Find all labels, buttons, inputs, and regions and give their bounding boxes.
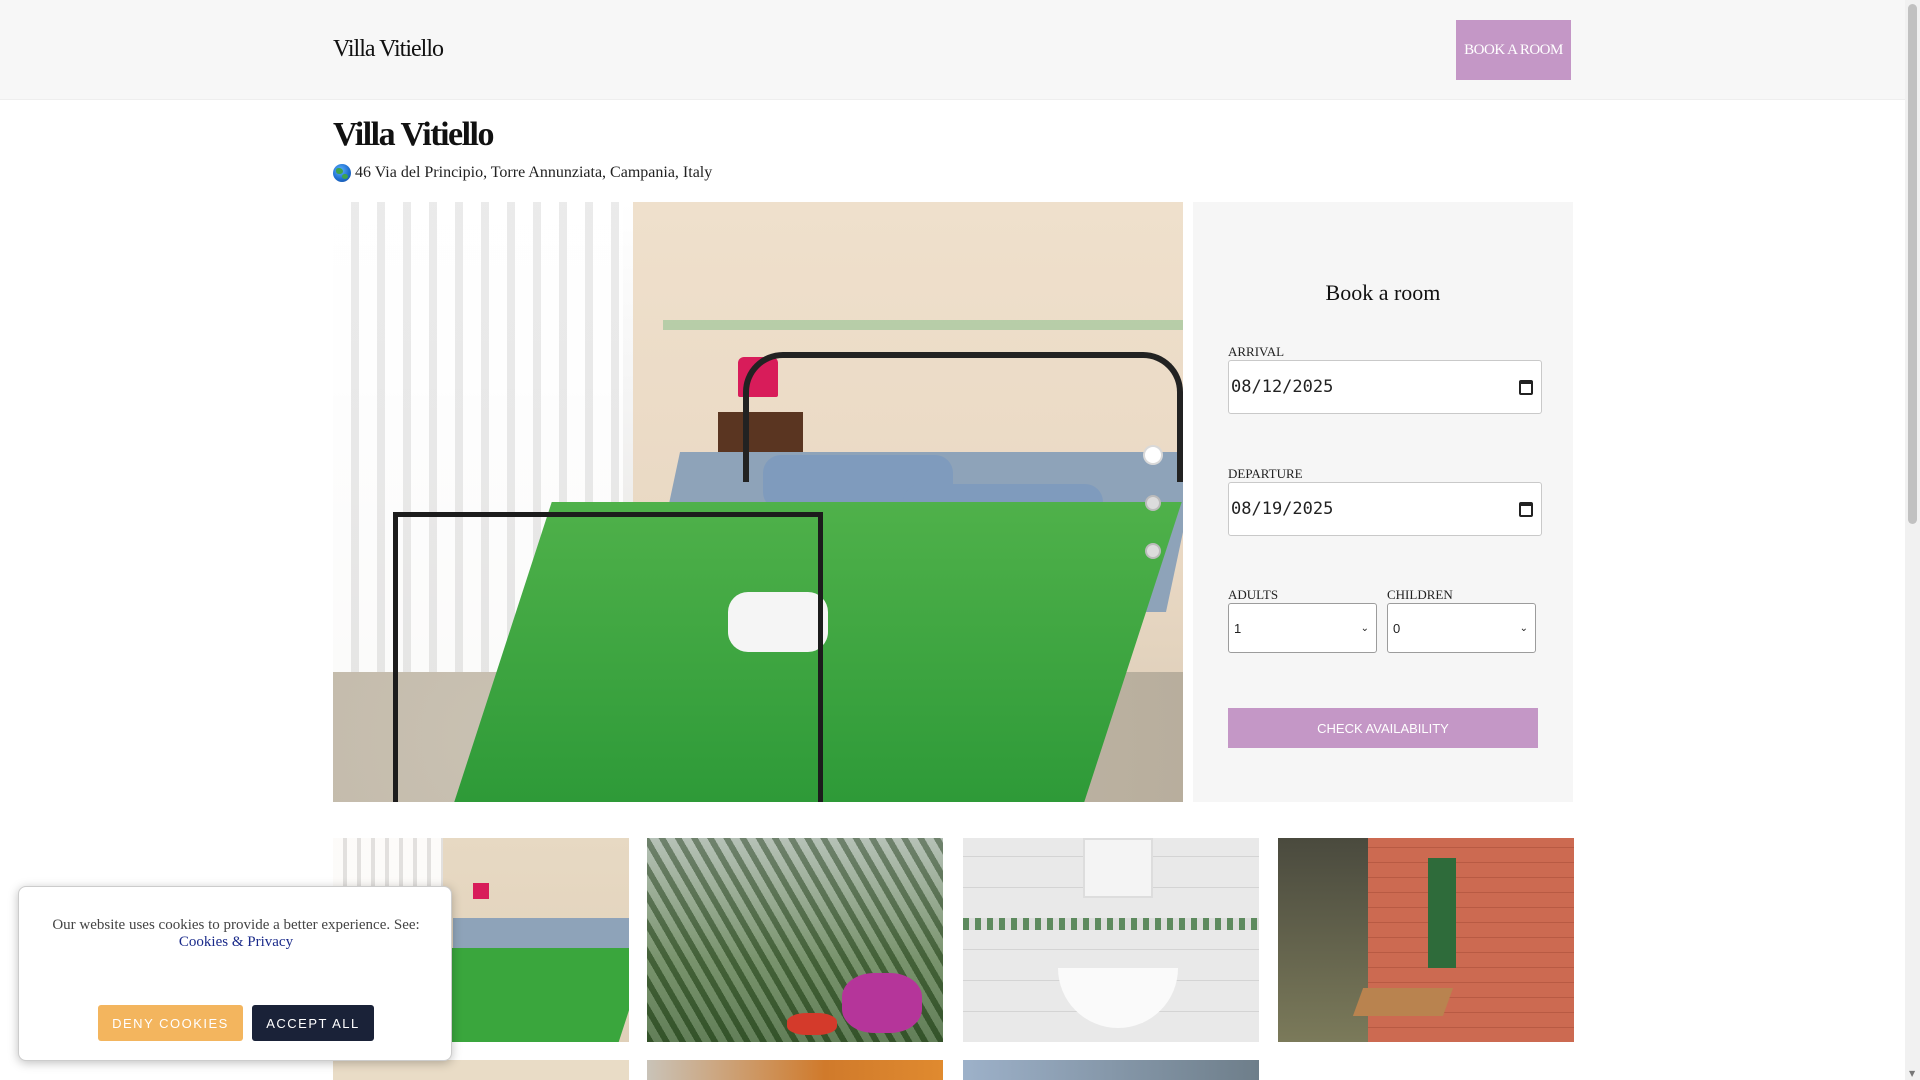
adults-select[interactable]: 1 ⌄ [1228,603,1377,653]
carousel-dot-2[interactable] [1145,495,1161,511]
property-title: Villa Vitiello [333,116,495,153]
thumb-lamp [473,883,489,899]
booking-panel: Book a room ARRIVAL 08/12/2025 DEPARTURE… [1193,202,1573,802]
gallery-thumbnail-5[interactable] [333,1060,629,1080]
cookie-message-text: Our website uses cookies to provide a be… [52,917,420,933]
main-photo-carousel[interactable] [333,202,1183,802]
chevron-down-icon: ⌄ [1519,622,1528,634]
page-scrollbar[interactable]: ▼ [1905,0,1920,1080]
cookie-banner: Our website uses cookies to provide a be… [18,886,452,1061]
children-select-value: 0 [1393,620,1401,636]
departure-date-value: 08/19/2025 [1231,499,1334,519]
arrival-date-value: 08/12/2025 [1231,377,1334,397]
arrival-date-input[interactable]: 08/12/2025 [1228,360,1542,414]
thumb-shutter [1428,858,1456,968]
address-text: 46 Via del Principio, Torre Annunziata, … [355,164,713,181]
gallery-thumbnail-bathroom[interactable] [963,838,1259,1042]
thumb-table [1352,988,1454,1016]
thumb-red-flowers [787,1013,837,1035]
arrival-label: ARRIVAL [1228,344,1285,359]
thumb-tile-band [963,918,1259,930]
photo-wall-stripe [663,320,1183,330]
site-header: Villa Vitiello BOOK A ROOM [0,0,1905,100]
gallery-thumbnail-garden[interactable] [647,838,943,1042]
calendar-icon[interactable] [1519,379,1533,395]
gallery-thumbnail-7[interactable] [963,1060,1259,1080]
departure-date-input[interactable]: 08/19/2025 [1228,482,1542,536]
calendar-icon[interactable] [1519,501,1533,517]
accept-all-button[interactable]: ACCEPT ALL [252,1005,374,1041]
carousel-dot-3[interactable] [1145,543,1161,559]
deny-cookies-button[interactable]: DENY COOKIES [98,1005,243,1041]
cookies-privacy-link[interactable]: Cookies & Privacy [179,934,293,950]
cookie-message: Our website uses cookies to provide a be… [44,917,428,951]
brand-logo[interactable]: Villa Vitiello [333,36,444,63]
children-select[interactable]: 0 ⌄ [1387,603,1536,653]
gallery-thumbnail-patio[interactable] [1278,838,1574,1042]
booking-title: Book a room [1325,280,1441,305]
thumb-mirror [1083,838,1153,898]
gallery-thumbnail-6[interactable] [647,1060,943,1080]
scroll-down-arrow-icon[interactable]: ▼ [1909,1069,1915,1078]
adults-select-value: 1 [1234,620,1242,636]
thumb-flowers [842,973,922,1033]
scrollbar-thumb[interactable] [1908,4,1917,524]
globe-icon [333,164,351,182]
departure-label: DEPARTURE [1228,466,1303,481]
check-availability-button[interactable]: CHECK AVAILABILITY [1228,708,1538,748]
carousel-dot-1[interactable] [1143,445,1163,465]
property-address: 46 Via del Principio, Torre Annunziata, … [333,164,712,182]
children-label: CHILDREN [1387,587,1453,602]
adults-label: ADULTS [1228,587,1279,602]
book-a-room-button[interactable]: BOOK A ROOM [1456,20,1571,80]
photo-footboard [393,512,823,802]
chevron-down-icon: ⌄ [1360,622,1369,634]
